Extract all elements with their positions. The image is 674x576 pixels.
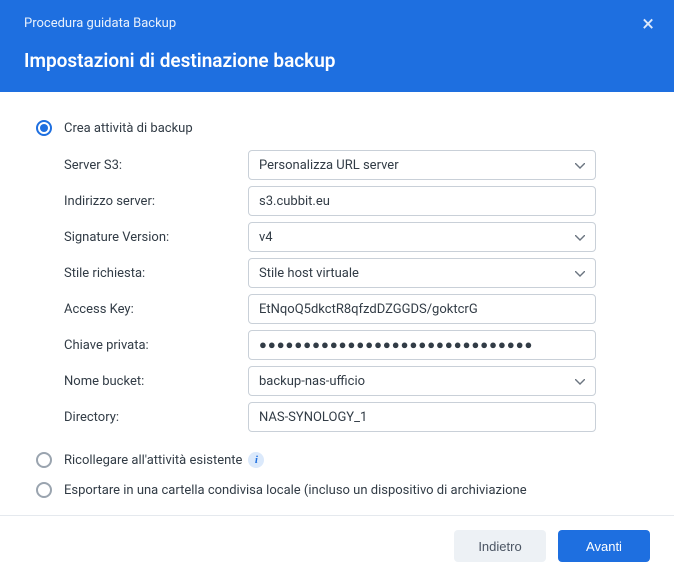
input-directory[interactable]: [259, 410, 585, 425]
select-signature-version[interactable]: v4: [248, 222, 596, 252]
label-bucket-name: Nome bucket:: [64, 374, 248, 389]
label-server-s3: Server S3:: [64, 158, 248, 173]
info-icon[interactable]: i: [248, 452, 264, 468]
option-export-local[interactable]: Esportare in una cartella condivisa loca…: [36, 482, 638, 498]
row-bucket-name: Nome bucket: backup-nas-ufficio: [64, 366, 638, 396]
option-create-backup[interactable]: Crea attività di backup: [36, 120, 638, 136]
row-request-style: Stile richiesta: Stile host virtuale: [64, 258, 638, 288]
option-export-local-label: Esportare in una cartella condivisa loca…: [64, 483, 527, 498]
row-private-key: Chiave privata:: [64, 330, 638, 360]
radio-create-backup[interactable]: [36, 120, 52, 136]
row-server-address: Indirizzo server:: [64, 186, 638, 216]
chevron-down-icon: [575, 374, 585, 389]
chevron-down-icon: [575, 158, 585, 173]
label-server-address: Indirizzo server:: [64, 194, 248, 209]
label-directory: Directory:: [64, 410, 248, 425]
chevron-down-icon: [575, 230, 585, 245]
radio-relink[interactable]: [36, 452, 52, 468]
wizard-label: Procedura guidata Backup: [24, 16, 650, 31]
select-server-s3[interactable]: Personalizza URL server: [248, 150, 596, 180]
backup-wizard-modal: Procedura guidata Backup × Impostazioni …: [0, 0, 674, 576]
select-request-style[interactable]: Stile host virtuale: [248, 258, 596, 288]
option-relink-label: Ricollegare all'attività esistente: [64, 453, 242, 468]
input-private-key[interactable]: [259, 338, 585, 353]
input-server-address[interactable]: [259, 194, 585, 209]
modal-header: Procedura guidata Backup × Impostazioni …: [0, 0, 674, 92]
label-request-style: Stile richiesta:: [64, 266, 248, 281]
input-private-key-wrap: [248, 330, 596, 360]
modal-footer: Indietro Avanti: [0, 515, 674, 576]
page-title: Impostazioni di destinazione backup: [24, 49, 650, 72]
row-access-key: Access Key:: [64, 294, 638, 324]
row-signature-version: Signature Version: v4: [64, 222, 638, 252]
modal-body: Crea attività di backup Server S3: Perso…: [0, 92, 674, 515]
back-button[interactable]: Indietro: [454, 530, 546, 562]
label-access-key: Access Key:: [64, 302, 248, 317]
row-server-s3: Server S3: Personalizza URL server: [64, 150, 638, 180]
backup-form: Server S3: Personalizza URL server Indir…: [36, 150, 638, 432]
close-icon[interactable]: ×: [642, 14, 654, 36]
radio-export-local[interactable]: [36, 482, 52, 498]
input-access-key-wrap: [248, 294, 596, 324]
input-directory-wrap: [248, 402, 596, 432]
select-request-style-value: Stile host virtuale: [259, 266, 359, 281]
input-server-address-wrap: [248, 186, 596, 216]
label-private-key: Chiave privata:: [64, 338, 248, 353]
select-bucket-name-value: backup-nas-ufficio: [259, 374, 365, 389]
chevron-down-icon: [575, 266, 585, 281]
label-signature-version: Signature Version:: [64, 230, 248, 245]
row-directory: Directory:: [64, 402, 638, 432]
option-create-label: Crea attività di backup: [64, 121, 193, 136]
option-relink[interactable]: Ricollegare all'attività esistente i: [36, 452, 638, 468]
input-access-key[interactable]: [259, 302, 585, 317]
select-bucket-name[interactable]: backup-nas-ufficio: [248, 366, 596, 396]
next-button[interactable]: Avanti: [558, 530, 650, 562]
select-signature-version-value: v4: [259, 230, 273, 245]
select-server-s3-value: Personalizza URL server: [259, 158, 399, 173]
